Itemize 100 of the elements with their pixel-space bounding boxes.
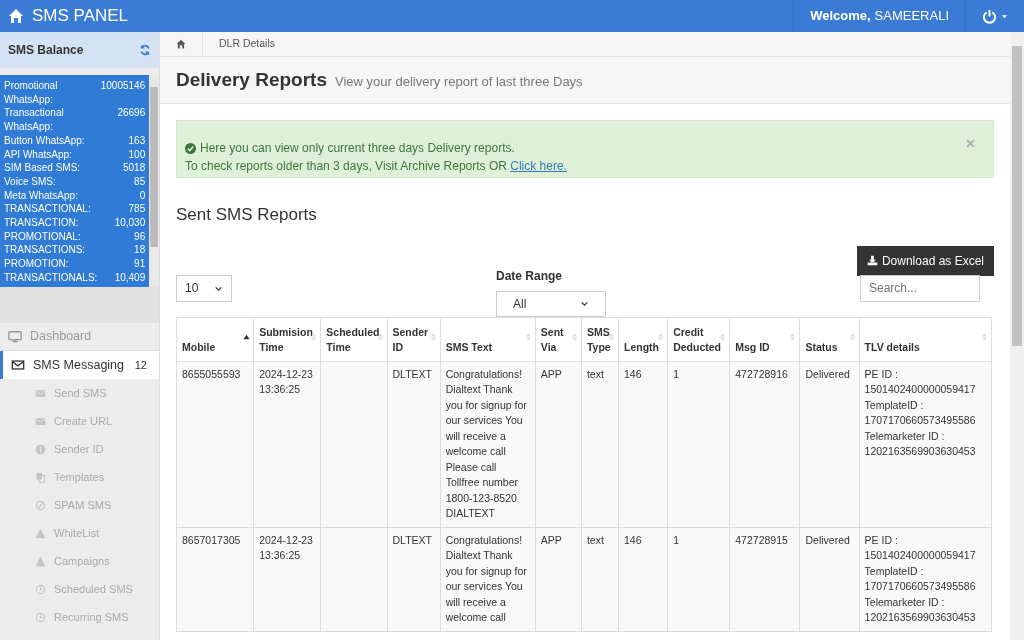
table-cell: 1 bbox=[667, 527, 730, 631]
download-button[interactable]: Download as Excel bbox=[856, 245, 994, 276]
balance-label: Transactional WhatsApp: bbox=[4, 106, 65, 134]
blocked-icon bbox=[35, 499, 46, 511]
page-title: Delivery Reports bbox=[176, 67, 327, 92]
scrollbar[interactable] bbox=[1010, 32, 1024, 640]
balance-label: Voice SMS: bbox=[4, 174, 56, 189]
balance-label: TRANSACTION: bbox=[4, 216, 79, 230]
search-field[interactable]: Search... bbox=[860, 274, 980, 302]
table-cell: DLTEXT bbox=[387, 361, 441, 527]
refresh-icon[interactable] bbox=[139, 44, 151, 56]
column-header[interactable]: Mobile bbox=[176, 317, 254, 361]
table-cell: APP bbox=[535, 361, 582, 527]
check-circle-icon bbox=[185, 142, 196, 154]
balance-value: 96 bbox=[134, 229, 146, 244]
clock-icon bbox=[35, 611, 46, 623]
username: SAMEERALI bbox=[874, 7, 949, 26]
sort-icon[interactable] bbox=[608, 331, 616, 342]
balance-title: SMS Balance bbox=[8, 42, 84, 59]
balance-value: 91 bbox=[134, 257, 146, 271]
table-cell: 2024-12-23 13:36:25 bbox=[253, 527, 321, 631]
page-subtitle: View your delivery report of last three Days bbox=[335, 73, 583, 92]
home-icon[interactable] bbox=[8, 8, 24, 24]
balance-value: 163 bbox=[128, 133, 146, 148]
balance-label: TRANSACTIONAL: bbox=[4, 202, 91, 217]
balance-value: 10,409 bbox=[114, 270, 146, 285]
balance-value: 10005146 bbox=[100, 79, 146, 93]
caret-icon[interactable] bbox=[1001, 12, 1008, 20]
balance-value: 18 bbox=[134, 243, 146, 258]
balance-label: TRANSACTIONS: bbox=[4, 243, 86, 258]
close-icon[interactable] bbox=[966, 139, 975, 148]
balance-label: Meta WhatsApp: bbox=[4, 188, 78, 203]
alert-text: To check reports older than 3 days, Visit Archive Reports OR bbox=[185, 159, 508, 173]
envelope-icon bbox=[11, 358, 25, 372]
table-cell: text bbox=[581, 361, 619, 527]
table-cell: Delivered bbox=[799, 361, 860, 527]
balance-label: API WhatsApp: bbox=[4, 147, 72, 162]
balance-value: 26696 bbox=[117, 106, 146, 121]
balance-value: 5018 bbox=[122, 161, 146, 175]
column-header[interactable]: Length bbox=[618, 317, 668, 361]
table-cell: 8655055593 bbox=[176, 361, 254, 527]
welcome-label: Welcome, bbox=[810, 7, 871, 26]
envelope-icon bbox=[35, 415, 46, 427]
table-cell: 146 bbox=[618, 361, 668, 527]
copy-icon bbox=[35, 471, 46, 483]
breadcrumb-item[interactable]: DLR Details bbox=[203, 36, 276, 52]
table-cell: DLTEXT bbox=[387, 527, 441, 631]
brand-title[interactable]: SMS PANEL bbox=[32, 3, 129, 29]
date-range-select[interactable]: All bbox=[496, 290, 606, 317]
balance-value: 785 bbox=[128, 202, 146, 217]
section-title: Sent SMS Reports bbox=[176, 204, 318, 226]
click-here-link[interactable]: Click here. bbox=[510, 159, 567, 173]
table-cell: 146 bbox=[618, 527, 668, 631]
table-cell: 472728915 bbox=[729, 527, 800, 631]
column-header[interactable]: Sender ID bbox=[387, 317, 441, 361]
scrollbar[interactable] bbox=[149, 75, 159, 287]
warning-icon bbox=[35, 527, 46, 539]
table-cell: 472728916 bbox=[729, 361, 800, 527]
column-header[interactable]: Sent Via bbox=[535, 317, 582, 361]
balance-value: 100 bbox=[128, 147, 146, 162]
count-label: 12 bbox=[134, 357, 147, 373]
table-cell: Delivered bbox=[799, 527, 860, 631]
table-cell: text bbox=[581, 527, 619, 631]
download-icon bbox=[866, 255, 878, 266]
table-cell: 2024-12-23 13:36:25 bbox=[253, 361, 321, 527]
table-cell: APP bbox=[535, 527, 582, 631]
table-cell: Congratulations! Dialtext Thank you for signup for our services You will receive a welcome call bbox=[440, 527, 536, 631]
date-range-label: Date Range bbox=[496, 267, 563, 285]
column-header[interactable]: Credit Deducted bbox=[667, 317, 730, 361]
table-cell: PE ID : 1501402400000059417 TemplateID : 1707170660573495586 Telemarketer ID : 1202163569903630453 bbox=[859, 527, 992, 631]
balance-value: 85 bbox=[134, 174, 146, 189]
table-cell: Congratulations! Dialtext Thank you for signup for our services You will receive a welcome call Please call Tollfree number 1800-123-8520 DIALTEXT bbox=[440, 361, 536, 527]
table-cell: PE ID : 1501402400000059417 TemplateID : 1707170660573495586 Telemarketer ID : 1202163569903630453 bbox=[859, 361, 992, 527]
home-icon[interactable] bbox=[176, 39, 186, 49]
power-icon[interactable] bbox=[982, 8, 997, 24]
balance-value: 0 bbox=[139, 188, 146, 203]
envelope-icon bbox=[35, 387, 46, 399]
column-header[interactable]: Msg ID bbox=[729, 317, 800, 361]
warning-icon bbox=[35, 555, 46, 567]
monitor-icon bbox=[8, 329, 22, 344]
info-icon bbox=[35, 443, 46, 455]
column-header[interactable]: TLV details bbox=[859, 317, 992, 361]
column-header[interactable]: Status bbox=[799, 317, 860, 361]
column-header[interactable]: Submision Time bbox=[253, 317, 321, 361]
page-size-select[interactable]: 10 bbox=[176, 274, 232, 302]
clock-icon bbox=[35, 583, 46, 595]
balance-label: TRANSACTIONALS: bbox=[4, 270, 98, 285]
table-cell: 1 bbox=[667, 361, 730, 527]
alert-text: Here you can view only current three days Delivery reports. bbox=[200, 140, 515, 157]
balance-label: Promotional WhatsApp: bbox=[4, 79, 59, 107]
balance-label: SIM Based SMS: bbox=[4, 161, 81, 175]
balance-label: PROMOTION: bbox=[4, 257, 69, 271]
column-header[interactable]: Scheduled Time bbox=[320, 317, 387, 361]
table-cell: 8657017305 bbox=[176, 527, 254, 631]
column-header[interactable]: SMS Type bbox=[581, 317, 619, 361]
balance-label: Button WhatsApp: bbox=[4, 133, 85, 148]
menu-item[interactable]: SMS Messaging 12 bbox=[0, 351, 159, 379]
chevron-down-icon bbox=[580, 299, 589, 308]
balance-label: PROMOTIONAL: bbox=[4, 229, 81, 244]
column-header[interactable]: SMS Text bbox=[440, 317, 536, 361]
